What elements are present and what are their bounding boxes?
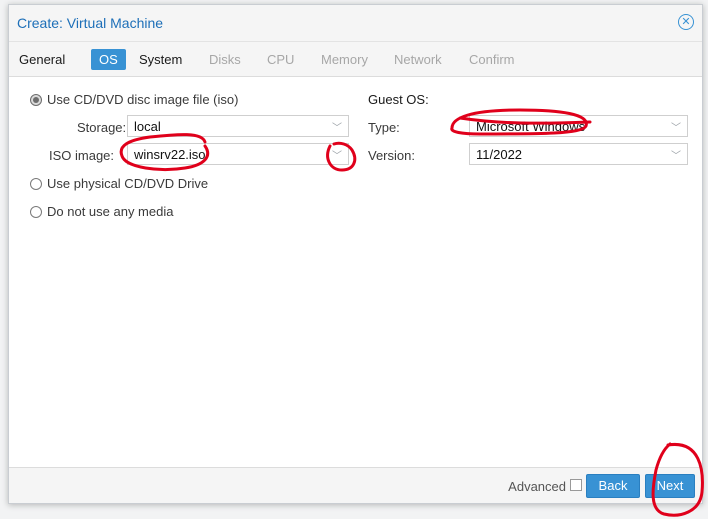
next-button[interactable]: Next <box>645 474 695 498</box>
os-version-select[interactable]: 11/2022 ﹀ <box>469 143 688 165</box>
tab-system[interactable]: System <box>139 52 182 67</box>
storage-value: local <box>134 119 161 134</box>
iso-image-select[interactable]: winsrv22.iso ﹀ <box>127 143 349 165</box>
chevron-down-icon: ﹀ <box>332 123 342 134</box>
tab-disks: Disks <box>209 52 241 67</box>
tab-network: Network <box>394 52 442 67</box>
chevron-down-icon: ﹀ <box>332 151 342 162</box>
advanced-checkbox[interactable] <box>570 479 582 491</box>
os-version-value: 11/2022 <box>476 147 523 162</box>
chevron-down-icon: ﹀ <box>671 151 681 162</box>
tab-memory: Memory <box>321 52 368 67</box>
storage-label: Storage: <box>77 120 127 135</box>
os-type-value: Microsoft Windows <box>476 119 586 134</box>
radio-use-iso[interactable] <box>30 94 42 106</box>
option-physical-drive-label: Use physical CD/DVD Drive <box>47 176 209 191</box>
option-use-iso-label: Use CD/DVD disc image file (iso) <box>47 92 239 107</box>
storage-select[interactable]: local ﹀ <box>127 115 349 137</box>
tab-cpu: CPU <box>267 52 295 67</box>
chevron-down-icon: ﹀ <box>671 123 681 134</box>
os-type-label: Type: <box>368 120 400 135</box>
os-type-select[interactable]: Microsoft Windows ﹀ <box>469 115 688 137</box>
dialog-title: Create: Virtual Machine <box>17 15 164 31</box>
create-vm-dialog: Create: Virtual Machine ✕ General OS Sys… <box>8 4 703 504</box>
os-version-label: Version: <box>368 148 415 163</box>
radio-no-media[interactable] <box>30 206 42 218</box>
dialog-titlebar: Create: Virtual Machine ✕ <box>9 5 702 42</box>
iso-image-label: ISO image: <box>49 148 115 163</box>
radio-physical-drive[interactable] <box>30 178 42 190</box>
tab-general[interactable]: General <box>19 52 65 67</box>
iso-image-value: winsrv22.iso <box>134 147 206 162</box>
back-button[interactable]: Back <box>586 474 640 498</box>
wizard-tabs: General OS System Disks CPU Memory Netwo… <box>9 42 702 77</box>
advanced-label: Advanced <box>508 479 566 494</box>
close-icon[interactable]: ✕ <box>678 14 694 30</box>
tab-confirm: Confirm <box>469 52 515 67</box>
option-no-media-label: Do not use any media <box>47 204 174 219</box>
guest-os-heading: Guest OS: <box>368 92 429 107</box>
dialog-footer: Advanced Back Next <box>9 467 702 503</box>
tab-os[interactable]: OS <box>91 49 126 70</box>
